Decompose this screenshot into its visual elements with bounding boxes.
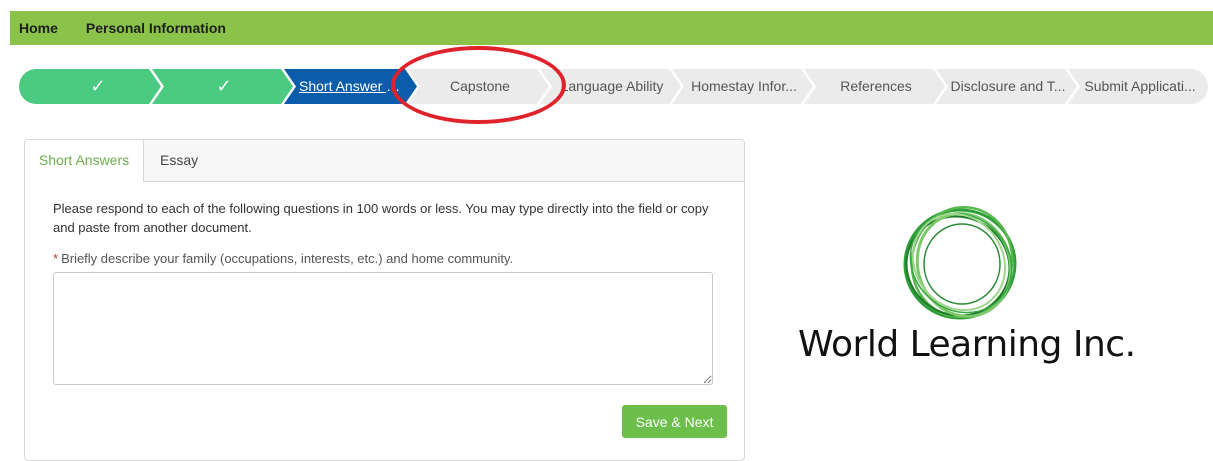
- tab-short-answers[interactable]: Short Answers: [25, 140, 144, 182]
- progress-path: ✓ ✓ Short Answer a... Capstone Language …: [19, 69, 1209, 104]
- step-language-ability[interactable]: Language Ability: [554, 69, 670, 104]
- world-learning-logo-icon: [903, 205, 1017, 320]
- nav-personal-information[interactable]: Personal Information: [86, 20, 226, 36]
- top-nav-bar: Home Personal Information: [10, 11, 1213, 45]
- step-submit-application[interactable]: Submit Applicati...: [1082, 69, 1198, 104]
- step-capstone[interactable]: Capstone: [422, 69, 538, 104]
- short-answer-card: Short Answers Essay Please respond to ea…: [24, 139, 745, 461]
- required-marker: *: [53, 251, 59, 266]
- family-description-textarea[interactable]: [53, 272, 713, 385]
- step-short-answer-current[interactable]: Short Answer a...: [299, 69, 405, 104]
- world-learning-logo-text: World Learning Inc.: [798, 324, 1136, 365]
- question-text: Briefly describe your family (occupation…: [61, 251, 514, 266]
- tab-bar: Short Answers Essay: [25, 140, 744, 182]
- nav-home[interactable]: Home: [19, 20, 58, 36]
- instructions-text: Please respond to each of the following …: [53, 201, 709, 235]
- step-references[interactable]: References: [818, 69, 934, 104]
- step-1-complete[interactable]: ✓: [39, 69, 157, 104]
- save-next-button[interactable]: Save & Next: [622, 405, 727, 438]
- step-2-complete[interactable]: ✓: [164, 69, 284, 104]
- step-disclosure[interactable]: Disclosure and T...: [950, 69, 1066, 104]
- step-homestay-information[interactable]: Homestay Infor...: [686, 69, 802, 104]
- question-label: * Briefly describe your family (occupatio…: [53, 251, 513, 266]
- tab-essay[interactable]: Essay: [160, 140, 198, 181]
